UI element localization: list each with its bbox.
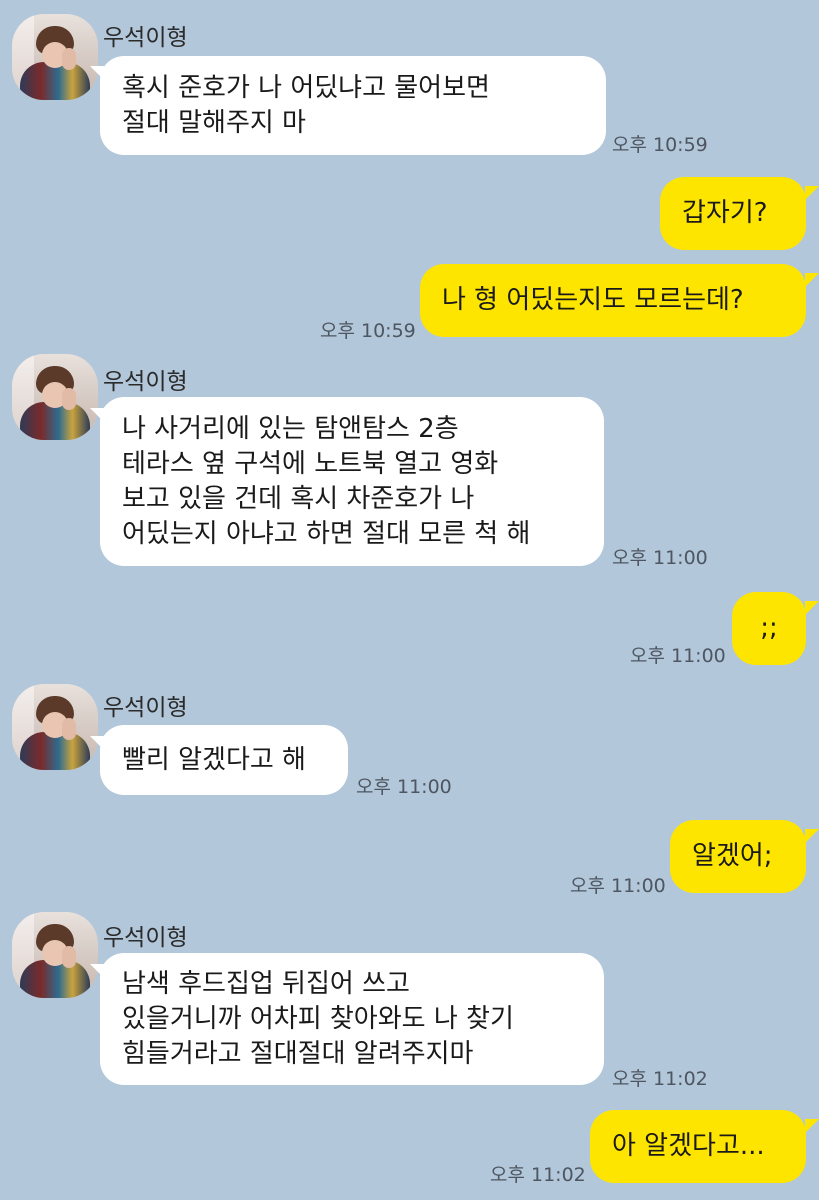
message-bubble-outgoing[interactable]: ;;	[732, 592, 806, 665]
message-line: 갑자기?	[682, 198, 768, 228]
message-bubble-outgoing[interactable]: 나 형 어딨는지도 모르는데?	[420, 264, 806, 337]
message-line: 혹시 준호가 나 어딨냐고 물어보면	[122, 72, 490, 103]
message-line: 절대 말해주지 마	[122, 107, 306, 138]
sender-name: 우석이형	[103, 25, 188, 51]
avatar-hand	[62, 48, 76, 70]
message-line: ;;	[760, 613, 778, 643]
sender-name: 우석이형	[103, 369, 188, 395]
message-bubble-incoming[interactable]: 혹시 준호가 나 어딨냐고 물어보면 절대 말해주지 마	[100, 56, 606, 155]
bubble-tail	[805, 273, 819, 287]
bubble-tail	[805, 601, 819, 615]
message-line: 알겠어;	[692, 841, 773, 871]
message-bubble-incoming[interactable]: 빨리 알겠다고 해	[100, 725, 348, 795]
sender-name: 우석이형	[103, 695, 188, 721]
message-timestamp: 오후 11:00	[630, 645, 726, 667]
sender-name: 우석이형	[103, 925, 188, 951]
message-timestamp: 오후 11:00	[612, 547, 708, 569]
message-line: 아 알겠다고...	[612, 1131, 765, 1161]
message-bubble-incoming[interactable]: 나 사거리에 있는 탐앤탐스 2층 테라스 옆 구석에 노트북 열고 영화 보고…	[100, 397, 604, 566]
message-bubble-outgoing[interactable]: 아 알겠다고...	[590, 1110, 806, 1183]
message-line: 보고 있을 건데 혹시 차준호가 나	[122, 483, 475, 514]
bubble-tail	[805, 829, 819, 843]
message-line: 테라스 옆 구석에 노트북 열고 영화	[122, 448, 499, 479]
message-timestamp: 오후 10:59	[612, 134, 708, 156]
bubble-tail	[805, 1119, 819, 1133]
message-bubble-outgoing[interactable]: 알겠어;	[670, 820, 806, 893]
message-line: 나 사거리에 있는 탐앤탐스 2층	[122, 413, 459, 444]
message-timestamp: 오후 11:02	[490, 1164, 586, 1186]
avatar-hand	[62, 388, 76, 410]
message-line: 있을거니까 어차피 찾아와도 나 찾기	[122, 1003, 514, 1034]
avatar-hand	[62, 718, 76, 740]
message-line: 나 형 어딨는지도 모르는데?	[442, 285, 744, 315]
message-bubble-incoming[interactable]: 남색 후드집업 뒤집어 쓰고 있을거니까 어차피 찾아와도 나 찾기 힘들거라고…	[100, 953, 604, 1085]
sender-avatar[interactable]	[12, 684, 98, 770]
bubble-tail	[805, 186, 819, 200]
message-timestamp: 오후 11:00	[570, 875, 666, 897]
sender-avatar[interactable]	[12, 14, 98, 100]
sender-avatar[interactable]	[12, 354, 98, 440]
message-timestamp: 오후 10:59	[320, 320, 416, 342]
message-line: 빨리 알겠다고 해	[122, 744, 306, 775]
message-line: 힘들거라고 절대절대 알려주지마	[122, 1038, 474, 1069]
message-line: 어딨는지 아냐고 하면 절대 모른 척 해	[122, 518, 531, 549]
message-bubble-outgoing[interactable]: 갑자기?	[660, 177, 806, 250]
message-timestamp: 오후 11:02	[612, 1068, 708, 1090]
avatar-hand	[62, 946, 76, 968]
message-timestamp: 오후 11:00	[356, 776, 452, 798]
sender-avatar[interactable]	[12, 912, 98, 998]
message-line: 남색 후드집업 뒤집어 쓰고	[122, 968, 410, 999]
